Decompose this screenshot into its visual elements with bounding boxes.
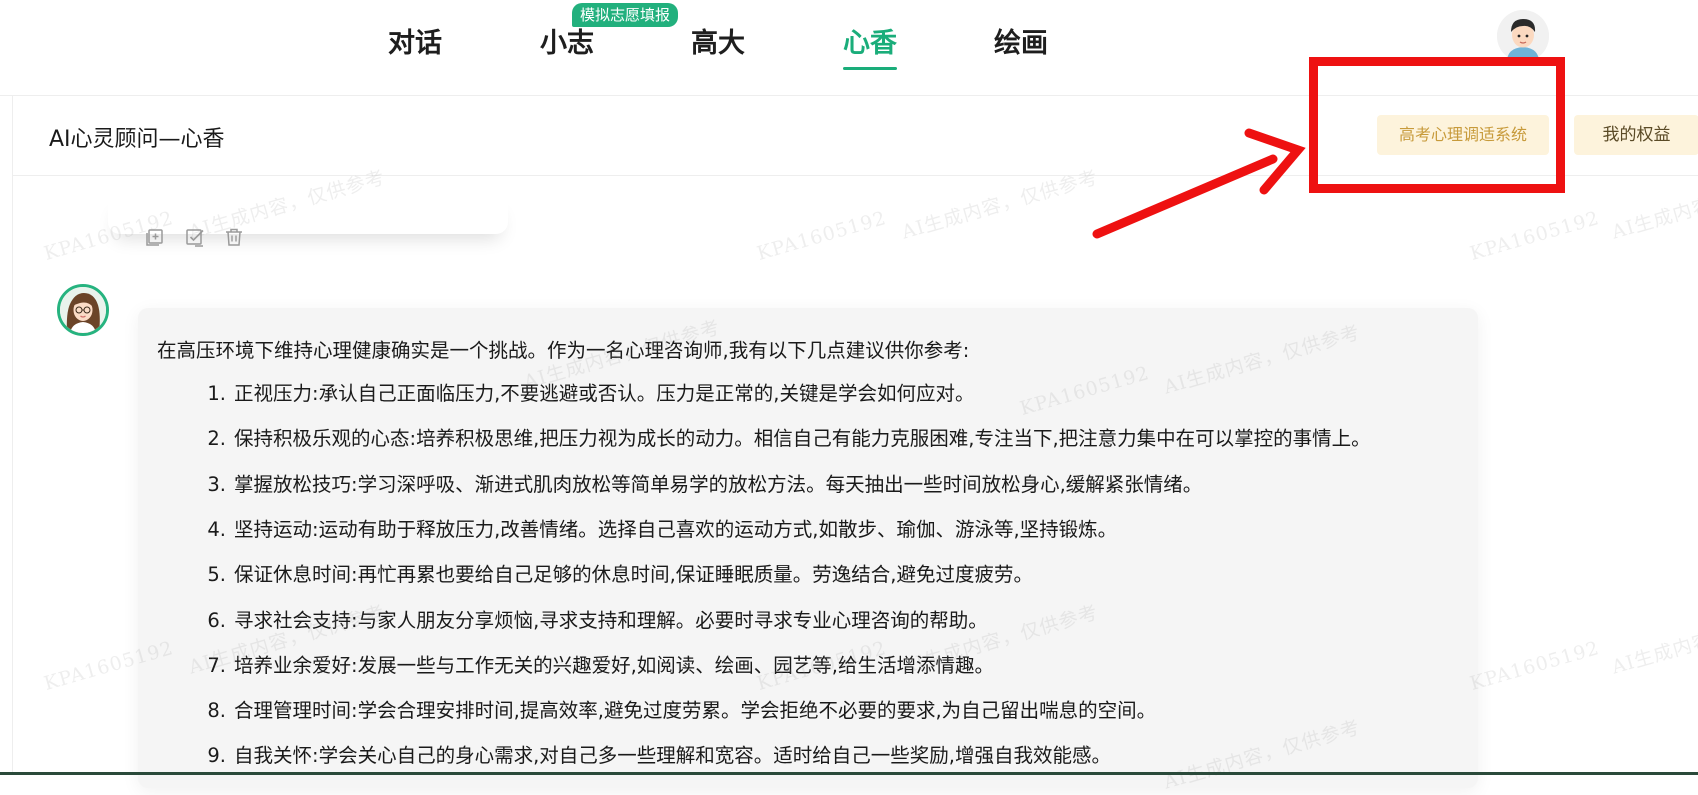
tip-item: 2. 保持积极乐观的心态:培养积极思维,把压力视为成长的动力。相信自己有能力克服困… (206, 422, 1371, 451)
user-avatar-icon (1497, 10, 1549, 62)
tab-xiaozhi[interactable]: 小志 (540, 24, 594, 64)
tip-item: 6. 寻求社会支持:与家人朋友分享烦恼,寻求支持和理解。必要时寻求专业心理咨询的帮… (206, 604, 988, 633)
tip-item: 8. 合理管理时间:学会合理安排时间,提高效率,避免过度劳累。学会拒绝不必要的要求… (206, 694, 1156, 723)
tab-chat[interactable]: 对话 (388, 24, 442, 64)
tip-number: 4. (207, 517, 226, 541)
previous-message-bubble (108, 194, 508, 234)
tip-number: 2. (207, 427, 226, 451)
tip-text: 寻求社会支持:与家人朋友分享烦恼,寻求支持和理解。必要时寻求专业心理咨询的帮助。 (234, 608, 988, 632)
add-square-icon[interactable] (145, 226, 167, 248)
tip-number: 5. (207, 563, 226, 587)
tab-xinxiang[interactable]: 心香 (843, 24, 897, 70)
tip-item: 1. 正视压力:承认自己正面临压力,不要逃避或否认。压力是正常的,关键是学会如何应… (206, 377, 974, 406)
tip-item: 5. 保证休息时间:再忙再累也要给自己足够的休息时间,保证睡眠质量。劳逸结合,避免… (206, 558, 1033, 587)
tab-drawing[interactable]: 绘画 (994, 24, 1048, 64)
tab-gaoda[interactable]: 高大 (691, 24, 745, 64)
user-avatar[interactable] (1497, 10, 1549, 62)
simulate-application-badge: 模拟志愿填报 (572, 3, 679, 27)
tip-text: 保持积极乐观的心态:培养积极思维,把压力视为成长的动力。相信自己有能力克服困难,… (234, 427, 1371, 451)
trash-icon[interactable] (223, 226, 245, 248)
tip-item: 3. 掌握放松技巧:学习深呼吸、渐进式肌肉放松等简单易学的放松方法。每天抽出一些时… (206, 468, 1202, 497)
tip-text: 培养业余爱好:发展一些与工作无关的兴趣爱好,如阅读、绘画、园艺等,给生活增添情趣… (234, 653, 994, 677)
message-intro: 在高压环境下维持心理健康确实是一个挑战。作为一名心理咨询师,我有以下几点建议供你… (157, 339, 970, 362)
tab-xinxiang-label: 心香 (843, 28, 897, 59)
tip-text: 保证休息时间:再忙再累也要给自己足够的休息时间,保证睡眠质量。劳逸结合,避免过度… (234, 563, 1033, 587)
page-title: AI心灵顾问—心香 (49, 127, 225, 152)
tip-item: 4. 坚持运动:运动有助于释放压力,改善情绪。选择自己喜欢的运动方式,如散步、瑜伽… (206, 513, 1117, 542)
tip-number: 9. (207, 744, 226, 768)
active-tab-underline (843, 67, 897, 70)
tip-number: 6. (207, 608, 226, 632)
my-rights-button[interactable]: 我的权益 (1574, 115, 1698, 155)
checkbox-edit-icon[interactable] (184, 226, 206, 248)
tip-text: 合理管理时间:学会合理安排时间,提高效率,避免过度劳累。学会拒绝不必要的要求,为… (234, 699, 1157, 723)
tip-number: 7. (207, 653, 226, 677)
tip-text: 掌握放松技巧:学习深呼吸、渐进式肌肉放松等简单易学的放松方法。每天抽出一些时间放… (234, 472, 1203, 496)
annotation-highlight-box (1309, 57, 1565, 193)
tip-item: 7. 培养业余爱好:发展一些与工作无关的兴趣爱好,如阅读、绘画、园艺等,给生活增添… (206, 649, 994, 678)
tip-text: 自我关怀:学会关心自己的身心需求,对自己多一些理解和宽容。适时给自己一些奖励,增… (234, 744, 1111, 768)
tip-text: 坚持运动:运动有助于释放压力,改善情绪。选择自己喜欢的运动方式,如散步、瑜伽、游… (234, 517, 1118, 541)
tip-text: 正视压力:承认自己正面临压力,不要逃避或否认。压力是正常的,关键是学会如何应对。 (234, 382, 975, 405)
tip-item: 9. 自我关怀:学会关心自己的身心需求,对自己多一些理解和宽容。适时给自己一些奖励… (206, 739, 1111, 768)
tip-number: 1. (207, 382, 226, 405)
assistant-avatar (57, 284, 109, 336)
tip-number: 8. (207, 699, 226, 723)
assistant-avatar-icon (60, 287, 106, 333)
tip-number: 3. (207, 472, 226, 496)
